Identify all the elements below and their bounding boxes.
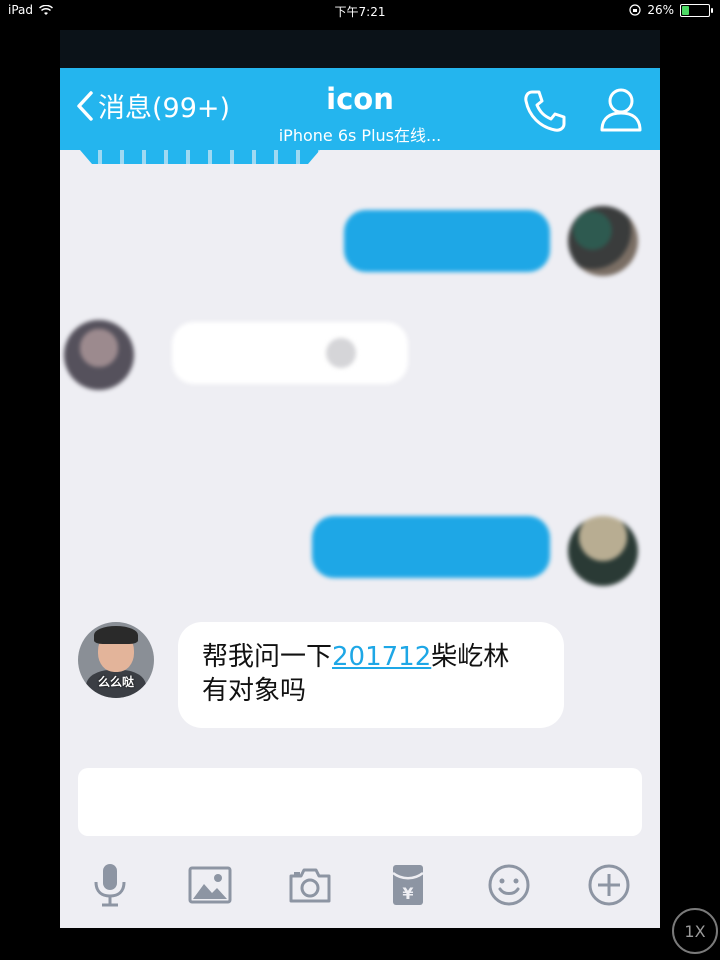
microphone-icon (94, 864, 126, 907)
battery-fill (682, 5, 689, 15)
person-icon (600, 88, 642, 132)
camera-icon (289, 868, 331, 903)
orientation-lock-icon (629, 4, 641, 16)
chat-nav-bar: 消息(99+) icon iPhone 6s Plus在线... (60, 68, 660, 150)
number-link[interactable]: 201712 (332, 642, 431, 672)
message-text: 帮我问一下201712柴屹林有对象吗 (202, 640, 552, 708)
message-row: 么么哒 帮我问一下201712柴屹林有对象吗 (78, 620, 658, 740)
input-toolbar: ¥ (60, 850, 660, 920)
blurred-avatar (568, 206, 638, 276)
battery-icon (680, 3, 713, 17)
zoom-speed-badge[interactable]: 1X (672, 908, 718, 954)
message-text-suffix: 柴屹林 (431, 642, 510, 672)
blurred-outgoing-bubble (344, 210, 550, 272)
phone-icon (524, 90, 566, 132)
image-icon (188, 866, 232, 904)
chat-title: icon (326, 82, 394, 116)
voice-button[interactable] (85, 860, 135, 910)
blurred-avatar (64, 320, 134, 390)
ipad-status-bar: iPad 下午7:21 26% (0, 0, 720, 22)
avatar-hair (94, 626, 138, 644)
avatar[interactable]: 么么哒 (78, 622, 154, 698)
avatar-caption: 么么哒 (97, 675, 134, 689)
photo-button[interactable] (185, 860, 235, 910)
emoji-button[interactable] (484, 860, 534, 910)
emoji-icon (488, 864, 530, 906)
status-time: 下午7:21 (334, 5, 386, 19)
mosaic-strip (80, 150, 320, 164)
red-packet-symbol: ¥ (402, 884, 413, 903)
battery-percent: 26% (647, 3, 674, 17)
blurred-outgoing-bubble (312, 516, 550, 578)
red-packet-button[interactable]: ¥ (383, 860, 433, 910)
message-bubble[interactable]: 帮我问一下201712柴屹林有对象吗 (178, 622, 564, 728)
message-text-line2: 有对象吗 (202, 676, 307, 706)
blurred-incoming-bubble (172, 322, 408, 384)
message-text-prefix: 帮我问一下 (202, 642, 333, 672)
phone-top-bar (60, 30, 660, 68)
message-input[interactable] (78, 768, 642, 836)
blurred-emoji (326, 338, 356, 368)
camera-button[interactable] (285, 860, 335, 910)
phone-screen: 消息(99+) icon iPhone 6s Plus在线... 么么哒 帮我问… (60, 30, 660, 928)
more-button[interactable] (584, 860, 634, 910)
profile-button[interactable] (598, 86, 644, 138)
status-right: 26% (629, 3, 713, 17)
blurred-avatar (568, 516, 638, 586)
red-packet-icon: ¥ (392, 865, 424, 905)
call-button[interactable] (522, 88, 568, 138)
online-status: iPhone 6s Plus在线... (278, 126, 442, 145)
plus-icon (588, 864, 630, 906)
